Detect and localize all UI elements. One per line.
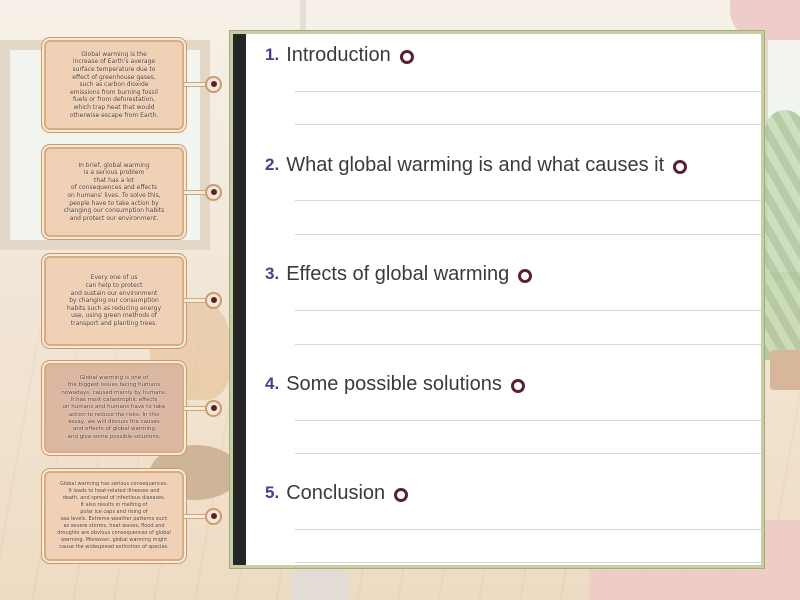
section-label: Introduction <box>286 43 391 66</box>
section-1: 1. Introduction <box>265 40 761 70</box>
section-number: 3. <box>265 264 280 283</box>
card-4-connector[interactable] <box>184 398 222 418</box>
drop-target-icon[interactable] <box>673 160 688 174</box>
worksheet-panel: 1. Introduction 2. What global warming i… <box>230 31 764 568</box>
section-label: What global warming is and what causes i… <box>286 153 665 176</box>
ruled-line <box>295 562 761 563</box>
ruled-line <box>295 453 761 454</box>
draggable-card-3[interactable]: Every one of us can help to protect and … <box>44 256 184 346</box>
drop-target-icon[interactable] <box>394 488 409 502</box>
ruled-line <box>295 344 761 345</box>
card-5-connector[interactable] <box>184 506 222 526</box>
section-label: Some possible solutions <box>286 372 502 395</box>
connector-handle-icon[interactable] <box>205 291 222 309</box>
card-text: Global warming is the increase of Earth'… <box>69 50 159 119</box>
connector-handle-icon[interactable] <box>205 399 222 417</box>
ruled-line <box>295 91 761 92</box>
draggable-card-1[interactable]: Global warming is the increase of Earth'… <box>44 40 184 130</box>
drop-target-icon[interactable] <box>518 269 533 283</box>
drop-target-icon[interactable] <box>399 50 414 64</box>
draggable-card-5[interactable]: Global warming has serious consequences.… <box>44 471 184 561</box>
section-3: 3. Effects of global warming <box>265 259 761 289</box>
card-text: Global warming is one of the biggest iss… <box>61 375 167 440</box>
draggable-card-2[interactable]: In brief, global warming is a serious pr… <box>44 147 184 237</box>
connector-line <box>184 297 206 303</box>
card-2-connector[interactable] <box>184 182 222 202</box>
drop-target-icon[interactable] <box>510 379 525 393</box>
ruled-line <box>295 420 761 421</box>
card-text: Every one of us can help to protect and … <box>66 274 162 327</box>
connector-line <box>184 513 206 519</box>
connector-handle-icon[interactable] <box>205 183 222 201</box>
ruled-line <box>295 124 761 125</box>
connector-dot <box>210 405 217 411</box>
draggable-card-4[interactable]: Global warming is one of the biggest iss… <box>44 363 184 453</box>
connector-dot <box>210 81 217 87</box>
connector-handle-icon[interactable] <box>205 75 222 93</box>
section-label: Conclusion <box>286 481 386 504</box>
connector-line <box>184 189 206 195</box>
ruled-line <box>295 200 761 201</box>
ruled-line <box>295 234 761 235</box>
connector-line <box>184 405 206 411</box>
section-number: 4. <box>265 374 280 393</box>
card-3-connector[interactable] <box>184 290 222 310</box>
ruled-line <box>295 310 761 311</box>
section-number: 1. <box>265 45 280 64</box>
section-2: 2. What global warming is and what cause… <box>265 150 761 180</box>
ruled-line <box>295 529 761 530</box>
connector-dot <box>210 513 217 519</box>
section-number: 5. <box>265 483 280 502</box>
section-number: 2. <box>265 155 280 174</box>
connector-line <box>184 81 206 87</box>
worksheet-binding <box>233 34 246 565</box>
card-1-connector[interactable] <box>184 74 222 94</box>
card-text: In brief, global warming is a serious pr… <box>63 161 165 222</box>
section-label: Effects of global warming <box>286 262 510 285</box>
connector-handle-icon[interactable] <box>205 507 222 525</box>
section-5: 5. Conclusion <box>265 478 761 508</box>
connector-dot <box>210 297 217 303</box>
connector-dot <box>210 189 217 195</box>
section-4: 4. Some possible solutions <box>265 369 761 399</box>
card-text: Global warming has serious consequences.… <box>57 481 171 550</box>
